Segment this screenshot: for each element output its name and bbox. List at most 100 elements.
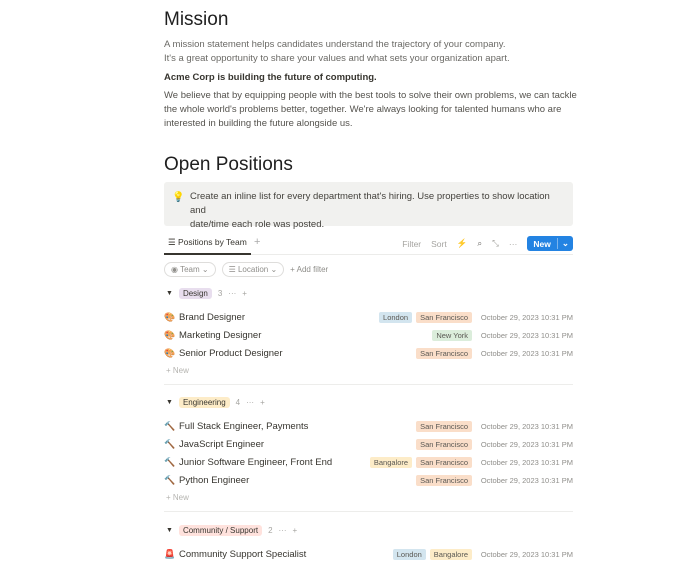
- text-line: Create an inline list for every departme…: [190, 191, 550, 216]
- collapse-triangle-icon[interactable]: ▼: [166, 399, 173, 406]
- chevron-down-icon[interactable]: ⌄: [556, 238, 573, 249]
- new-row-button[interactable]: + New: [166, 493, 189, 502]
- group-header: ▼ Community / Support 2 ··· +: [166, 525, 297, 536]
- positions-title: Open Positions: [164, 154, 293, 175]
- table-row[interactable]: 🚨 Community Support Specialist London Banga…: [164, 545, 573, 563]
- posted-date: October 29, 2023 10:31 PM: [480, 549, 573, 559]
- text-line: interested in building the future alongs…: [164, 118, 353, 129]
- location-tag: San Francisco: [416, 438, 472, 450]
- location-tag: New York: [432, 329, 472, 341]
- new-label: New: [533, 238, 551, 249]
- location-tag: London: [392, 548, 426, 560]
- text-line: We believe that by equipping people with…: [164, 90, 577, 101]
- role-name[interactable]: Senior Product Designer: [179, 348, 412, 359]
- location-tag: San Francisco: [416, 456, 472, 468]
- mission-body: We believe that by equipping people with…: [164, 89, 577, 131]
- text-line: A mission statement helps candidates und…: [164, 39, 506, 50]
- role-icon: 🔨: [164, 420, 176, 431]
- lightbulb-icon: 💡: [172, 192, 185, 203]
- view-bar: ☰ Positions by Team + Filter Sort ⚡ ⌕ ⤡ …: [164, 233, 573, 255]
- add-view-button[interactable]: +: [254, 236, 260, 248]
- group-header: ▼ Design 3 ··· +: [166, 288, 247, 299]
- expand-icon[interactable]: ⤡: [492, 238, 499, 249]
- table-row[interactable]: 🎨 Senior Product Designer San Francisco Oct…: [164, 344, 573, 362]
- role-icon: 🚨: [164, 548, 176, 559]
- group-header: ▼ Engineering 4 ··· +: [166, 397, 265, 408]
- collapse-triangle-icon[interactable]: ▼: [166, 290, 173, 297]
- text-line: date/time each role was posted.: [190, 219, 325, 230]
- role-icon: 🎨: [164, 347, 176, 358]
- location-filter[interactable]: ☰ Location ⌄: [221, 262, 285, 277]
- tab-positions-by-team[interactable]: ☰ Positions by Team: [164, 233, 251, 255]
- sort-button[interactable]: Sort: [431, 239, 447, 249]
- table-row[interactable]: 🔨 JavaScript Engineer San Francisco October…: [164, 435, 573, 453]
- chip-label: Location: [237, 265, 269, 274]
- posted-date: October 29, 2023 10:31 PM: [480, 348, 573, 358]
- divider: [164, 511, 573, 512]
- role-icon: 🔨: [164, 456, 176, 467]
- collapse-triangle-icon[interactable]: ▼: [166, 527, 173, 534]
- filter-button[interactable]: Filter: [402, 239, 421, 249]
- table-row[interactable]: 🔨 Junior Software Engineer, Front End Bang…: [164, 453, 573, 471]
- table-row[interactable]: 🔨 Full Stack Engineer, Payments San Franci…: [164, 417, 573, 435]
- group-tag: Design: [178, 288, 212, 299]
- add-icon[interactable]: +: [293, 526, 298, 535]
- new-button[interactable]: New ⌄: [527, 236, 573, 251]
- search-icon[interactable]: ⌕: [477, 238, 482, 249]
- table-row[interactable]: 🔨 Python Engineer San Francisco October 29,…: [164, 471, 573, 489]
- role-icon: 🎨: [164, 329, 176, 340]
- new-row-label: New: [172, 493, 189, 502]
- location-tag: San Francisco: [416, 420, 472, 432]
- location-tag: London: [379, 311, 413, 323]
- divider: [164, 384, 573, 385]
- posted-date: October 29, 2023 10:31 PM: [480, 330, 573, 340]
- role-name[interactable]: Python Engineer: [179, 475, 412, 486]
- posted-date: October 29, 2023 10:31 PM: [480, 439, 573, 449]
- team-filter[interactable]: ◉ Team ⌄: [164, 262, 216, 277]
- mission-intro: A mission statement helps candidates und…: [164, 38, 510, 66]
- more-icon[interactable]: ···: [246, 398, 254, 407]
- table-row[interactable]: 🎨 Marketing Designer New York October 29, 2…: [164, 326, 573, 344]
- add-icon[interactable]: +: [242, 289, 247, 298]
- chip-label: Team: [180, 265, 200, 274]
- new-row-button[interactable]: + New: [166, 366, 189, 375]
- group-tag: Community / Support: [178, 525, 263, 536]
- location-tag: San Francisco: [416, 347, 472, 359]
- tab-label: Positions by Team: [177, 237, 247, 247]
- more-icon[interactable]: ···: [509, 239, 518, 249]
- more-icon[interactable]: ···: [279, 526, 287, 535]
- mission-bold: Acme Corp is building the future of comp…: [164, 72, 377, 83]
- add-icon[interactable]: +: [260, 398, 265, 407]
- more-icon[interactable]: ···: [228, 289, 236, 298]
- filter-bar: ◉ Team ⌄ ☰ Location ⌄ + Add filter: [164, 262, 328, 277]
- location-tag: San Francisco: [416, 474, 472, 486]
- mission-title: Mission: [164, 9, 229, 30]
- table-row[interactable]: 🎨 Brand Designer London San Francisco Octobe…: [164, 308, 573, 326]
- add-filter-label: Add filter: [296, 265, 329, 274]
- role-name[interactable]: Full Stack Engineer, Payments: [179, 421, 412, 432]
- automation-icon[interactable]: ⚡: [457, 238, 468, 249]
- role-name[interactable]: Junior Software Engineer, Front End: [179, 457, 366, 468]
- location-tag: Bangalore: [369, 456, 413, 468]
- posted-date: October 29, 2023 10:31 PM: [480, 421, 573, 431]
- list-icon: ☰: [168, 237, 178, 247]
- posted-date: October 29, 2023 10:31 PM: [480, 457, 573, 467]
- location-tag: San Francisco: [416, 311, 472, 323]
- posted-date: October 29, 2023 10:31 PM: [480, 475, 573, 485]
- text-line: the whole world's problems better, toget…: [164, 104, 562, 115]
- callout: 💡 Create an inline list for every depart…: [164, 182, 573, 230]
- role-name[interactable]: Marketing Designer: [179, 330, 428, 341]
- role-name[interactable]: Community Support Specialist: [179, 549, 389, 560]
- new-row-label: New: [172, 366, 189, 375]
- role-name[interactable]: JavaScript Engineer: [179, 439, 412, 450]
- role-name[interactable]: Brand Designer: [179, 312, 375, 323]
- add-filter-button[interactable]: + Add filter: [290, 265, 328, 274]
- text-line: It's a great opportunity to share your v…: [164, 53, 510, 64]
- location-tag: Bangalore: [429, 548, 472, 560]
- posted-date: October 29, 2023 10:31 PM: [480, 312, 573, 322]
- role-icon: 🔨: [164, 438, 176, 449]
- group-count: 3: [217, 289, 223, 298]
- group-count: 4: [235, 398, 241, 407]
- role-icon: 🎨: [164, 311, 176, 322]
- group-tag: Engineering: [178, 397, 230, 408]
